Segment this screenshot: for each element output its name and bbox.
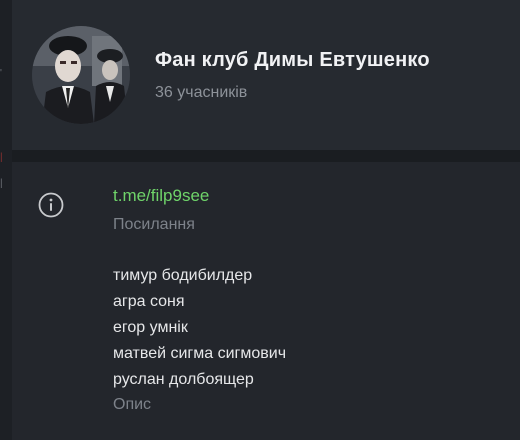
link-label: Посилання: [113, 216, 195, 233]
edge-fragment: |: [0, 152, 3, 163]
description-line: егор умнік: [113, 319, 188, 336]
avatar-image: [32, 26, 130, 124]
edge-fragment: ': [0, 68, 2, 79]
description-label: Опис: [113, 396, 152, 413]
group-description[interactable]: тимур бодибилдер агра соня егор умнік ма…: [113, 263, 286, 393]
description-line: руслан долбоящер: [113, 371, 254, 388]
member-count: 36 учасників: [155, 84, 248, 101]
edge-fragment: |: [0, 178, 3, 189]
description-line: агра соня: [113, 293, 185, 310]
group-info-panel: Фан клуб Димы Евтушенко 36 учасників t.m…: [12, 0, 520, 440]
group-title: Фан клуб Димы Евтушенко: [155, 49, 430, 71]
group-avatar[interactable]: [32, 26, 130, 124]
profile-header: Фан клуб Димы Евтушенко 36 учасників: [12, 0, 520, 150]
info-circle-icon: [38, 192, 64, 218]
description-line: тимур бодибилдер: [113, 267, 253, 284]
description-line: матвей сигма сигмович: [113, 345, 287, 362]
section-divider: [12, 150, 520, 162]
invite-link[interactable]: t.me/filp9see: [113, 186, 209, 206]
left-panel-edge: ' | |: [0, 0, 12, 440]
